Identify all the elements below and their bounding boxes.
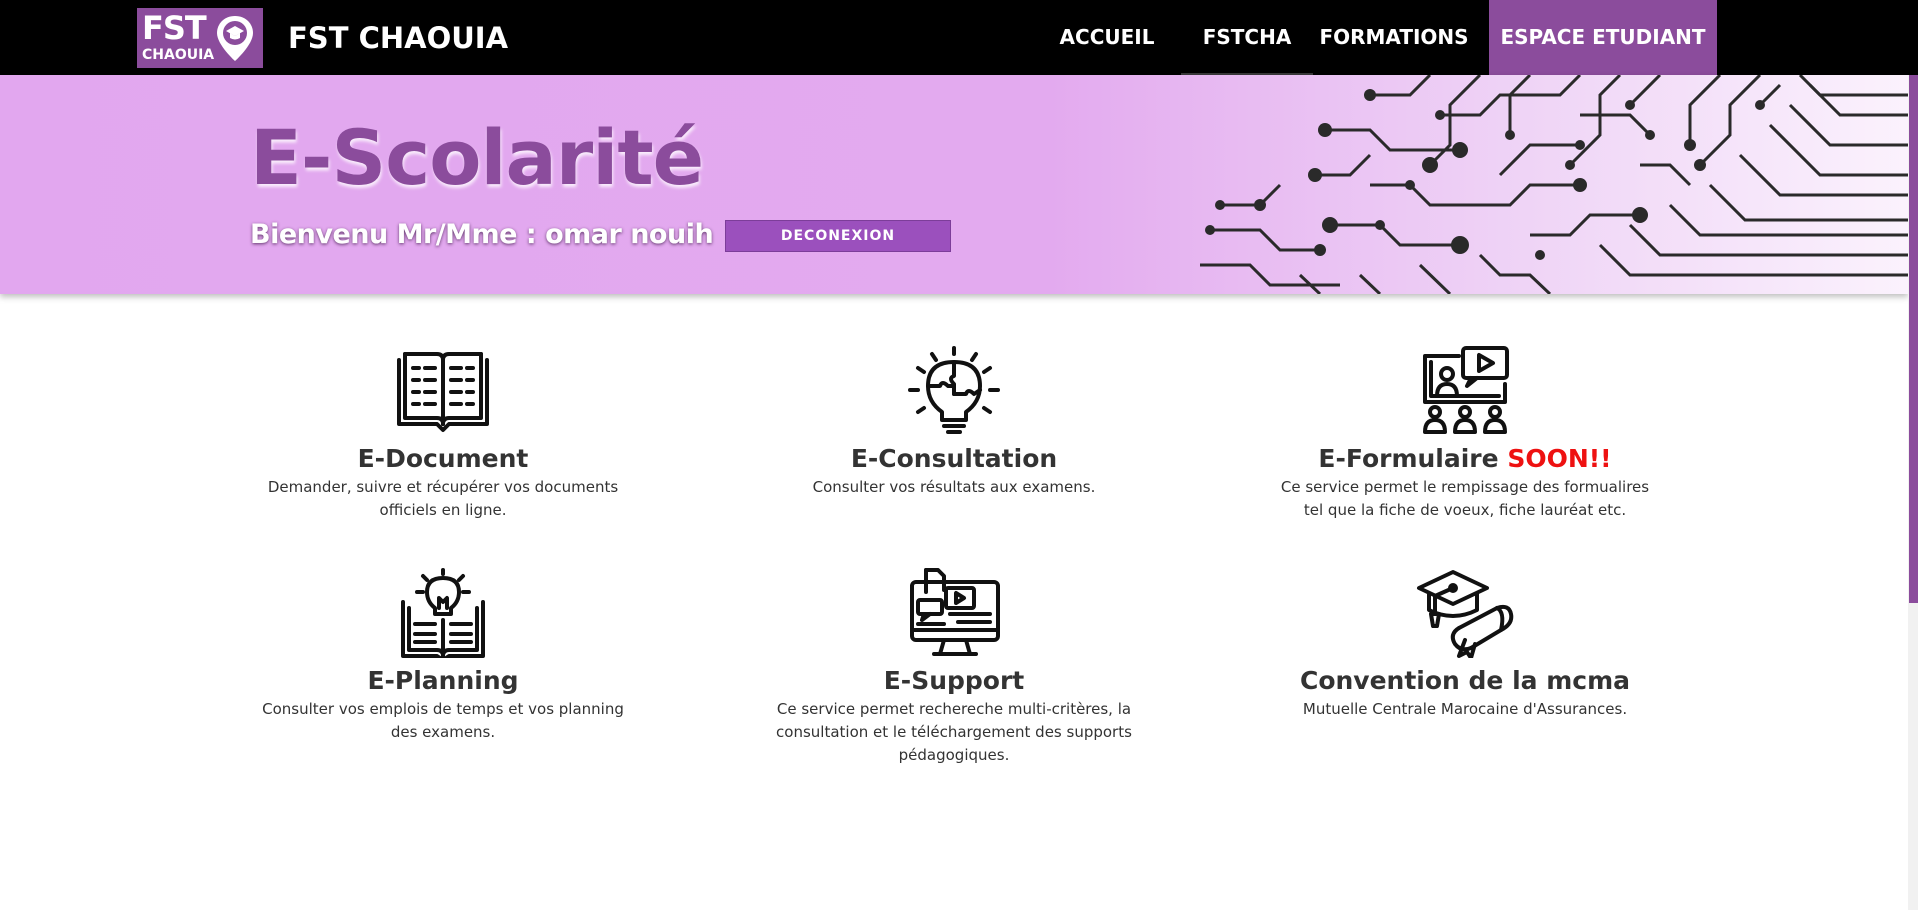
logo-text-chaouia: CHAOUIA xyxy=(142,47,215,63)
logo-text-fst: FST xyxy=(142,9,207,47)
page-title: E-Scolarité xyxy=(250,113,704,202)
nav-espace-etudiant[interactable]: ESPACE ETUDIANT xyxy=(1489,0,1717,75)
soon-badge: SOON!! xyxy=(1507,444,1612,473)
site-logo[interactable]: FST CHAOUIA xyxy=(137,8,263,68)
nav-accueil[interactable]: ACCUEIL xyxy=(1046,0,1168,75)
graduation-cap-diploma-icon xyxy=(1417,570,1514,658)
service-card-e-formulaire[interactable]: E-Formulaire SOON!! Ce service permet le… xyxy=(1255,346,1675,522)
circuit-board-decoration xyxy=(1200,75,1908,294)
service-card-e-planning[interactable]: E-Planning Consulter vos emplois de temp… xyxy=(233,568,653,744)
monitor-media-icon xyxy=(910,568,1000,656)
top-navbar: FST CHAOUIA FST CHAOUIA ACCUEIL FSTCHA F… xyxy=(0,0,1918,75)
service-description: Demander, suivre et récupérer vos docume… xyxy=(267,478,619,519)
logout-button[interactable]: DECONEXION xyxy=(725,220,951,252)
service-title[interactable]: Convention de la mcma xyxy=(1255,664,1675,698)
service-description: Ce service permet rechereche multi-critè… xyxy=(776,700,1132,764)
lightbulb-puzzle-icon xyxy=(908,346,1000,434)
hero-banner: E-Scolarité Bienvenu Mr/Mme : omar nouih… xyxy=(0,75,1908,294)
page-scrollbar-thumb[interactable] xyxy=(1909,75,1918,603)
service-title[interactable]: E-Planning xyxy=(233,664,653,698)
service-title[interactable]: E-Document xyxy=(233,442,653,476)
service-description: Ce service permet le rempissage des form… xyxy=(1280,478,1650,519)
service-title[interactable]: E-Consultation xyxy=(744,442,1164,476)
service-title[interactable]: E-Formulaire SOON!! xyxy=(1255,442,1675,476)
book-idea-icon xyxy=(401,568,485,658)
open-book-icon xyxy=(397,352,489,432)
nav-fstcha[interactable]: FSTCHA xyxy=(1181,0,1313,75)
service-title-text[interactable]: E-Formulaire xyxy=(1318,444,1498,473)
video-presentation-icon xyxy=(1423,346,1509,434)
welcome-message: Bienvenu Mr/Mme : omar nouih xyxy=(250,219,714,250)
service-title[interactable]: E-Support xyxy=(744,664,1164,698)
service-card-e-document[interactable]: E-Document Demander, suivre et récupérer… xyxy=(233,346,653,522)
service-card-e-support[interactable]: E-Support Ce service permet rechereche m… xyxy=(744,568,1164,767)
service-card-e-consultation[interactable]: E-Consultation Consulter vos résultats a… xyxy=(744,346,1164,499)
service-card-convention-mcma[interactable]: Convention de la mcma Mutuelle Centrale … xyxy=(1255,568,1675,721)
service-description: Consulter vos emplois de temps et vos pl… xyxy=(262,700,624,741)
service-description: Consulter vos résultats aux examens. xyxy=(812,478,1096,496)
location-pin-graduation-icon xyxy=(217,16,253,61)
brand-name[interactable]: FST CHAOUIA xyxy=(288,18,508,58)
nav-formations[interactable]: FORMATIONS xyxy=(1314,0,1474,75)
service-description: Mutuelle Centrale Marocaine d'Assurances… xyxy=(1302,700,1628,718)
